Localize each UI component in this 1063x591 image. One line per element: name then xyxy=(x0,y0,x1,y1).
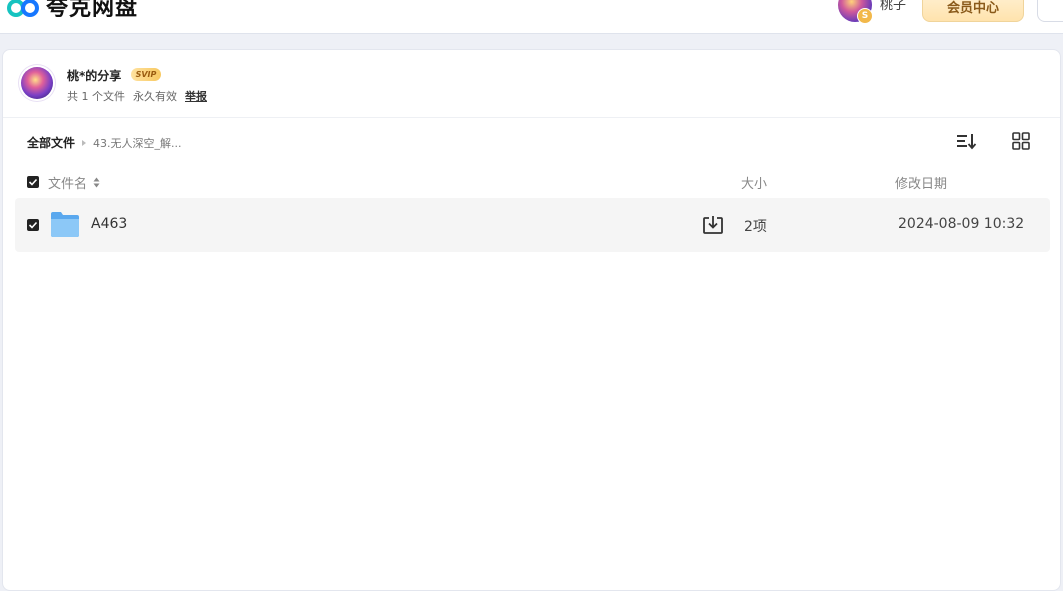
report-link[interactable]: 举报 xyxy=(185,88,207,104)
column-name-label: 文件名 xyxy=(48,177,88,192)
sharer-avatar xyxy=(21,67,53,99)
column-size-header[interactable]: 大小 xyxy=(741,173,767,192)
grid-view-icon[interactable] xyxy=(1010,130,1032,152)
file-count: 共 1 个文件 xyxy=(67,90,125,103)
file-list-header: 文件名 大小 修改日期 xyxy=(3,173,1060,195)
sort-list-icon[interactable] xyxy=(955,130,977,152)
save-to-drive-icon[interactable] xyxy=(702,214,724,236)
share-card: 桃*的分享 SVIP 共 1 个文件 永久有效 举报 全部文件 43.无人深空_… xyxy=(2,49,1061,591)
column-date-header[interactable]: 修改日期 xyxy=(895,173,947,192)
select-all-checkbox[interactable] xyxy=(27,176,39,188)
user-vip-badge: S xyxy=(857,8,873,24)
app-logo[interactable]: 夸克网盘 xyxy=(6,0,138,22)
share-header: 桃*的分享 SVIP 共 1 个文件 永久有效 举报 xyxy=(3,50,1060,118)
file-size: 2项 xyxy=(744,219,767,235)
validity: 永久有效 xyxy=(133,90,177,103)
user-name[interactable]: 桃子 xyxy=(880,0,906,13)
column-name-header[interactable]: 文件名 xyxy=(48,173,100,192)
row-checkbox[interactable] xyxy=(27,219,39,231)
app-name: 夸克网盘 xyxy=(46,0,139,21)
breadcrumb: 全部文件 43.无人深空_解... xyxy=(27,134,182,151)
file-name[interactable]: A463 xyxy=(91,216,127,232)
header-extra-button[interactable] xyxy=(1037,0,1063,22)
breadcrumb-root[interactable]: 全部文件 xyxy=(27,134,75,151)
svip-badge: SVIP xyxy=(131,68,161,81)
share-meta: 共 1 个文件 永久有效 举报 xyxy=(67,88,207,104)
sort-arrows-icon xyxy=(93,177,100,188)
quark-logo-icon xyxy=(6,0,40,20)
top-header: 夸克网盘 S 桃子 会员中心 xyxy=(0,0,1063,34)
file-modified-date: 2024-08-09 10:32 xyxy=(898,216,1025,232)
vip-center-button[interactable]: 会员中心 xyxy=(922,0,1024,22)
breadcrumb-separator-icon xyxy=(82,139,87,146)
folder-icon xyxy=(50,211,80,238)
breadcrumb-current[interactable]: 43.无人深空_解... xyxy=(93,135,181,151)
table-row[interactable]: A463 2项 2024-08-09 10:32 xyxy=(15,198,1050,252)
share-title: 桃*的分享 xyxy=(67,69,122,83)
